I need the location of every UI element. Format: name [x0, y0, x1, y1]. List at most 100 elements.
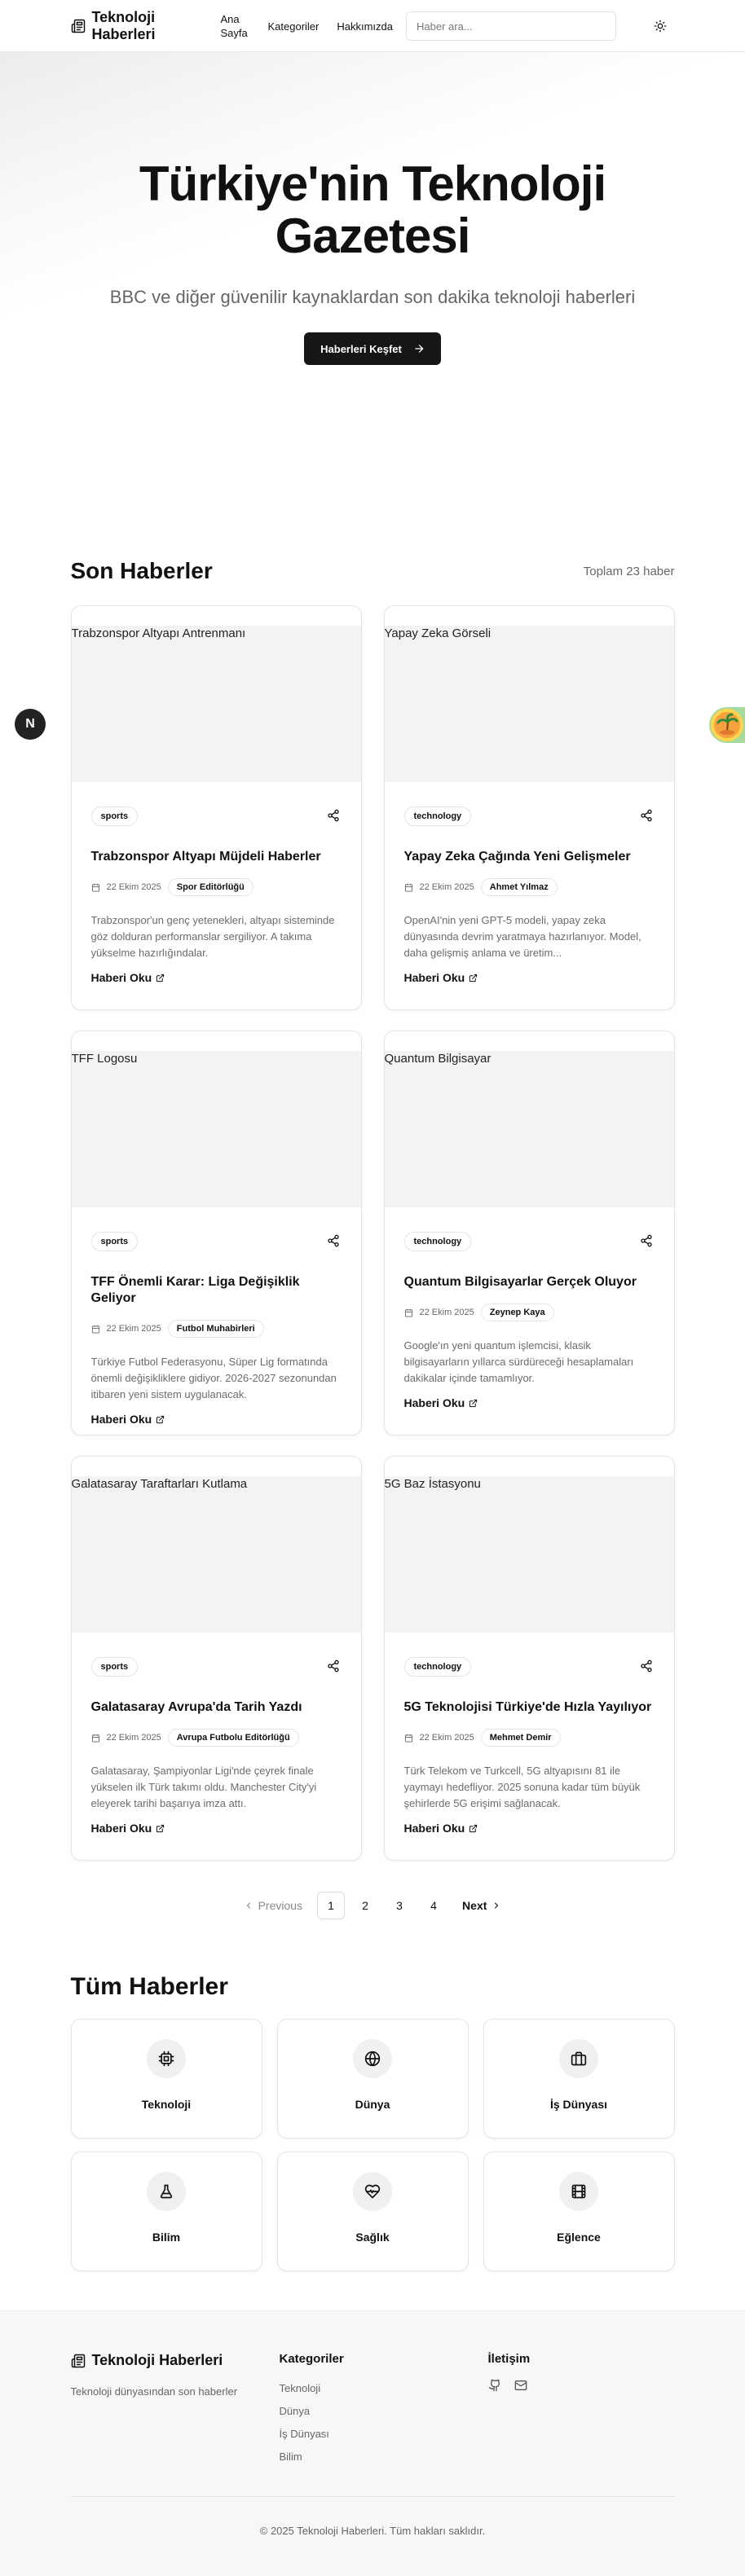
share-icon[interactable]: [640, 809, 655, 824]
previous-page-button[interactable]: Previous: [236, 1892, 311, 1919]
search-input[interactable]: [406, 11, 617, 41]
news-date: 22 Ekim 2025: [106, 1733, 161, 1743]
github-icon[interactable]: [488, 2379, 501, 2392]
news-card-description: Türk Telekom ve Turkcell, 5G altyapısını…: [403, 1765, 641, 1809]
nav-home-link[interactable]: Ana Sayfa: [221, 12, 250, 40]
news-date: 22 Ekim 2025: [419, 1733, 474, 1743]
nav-categories-link[interactable]: Kategoriler: [268, 20, 320, 33]
hero-section: Türkiye'nin Teknoloji Gazetesi BBC ve di…: [0, 52, 745, 488]
read-news-label: Haberi Oku: [403, 971, 465, 984]
floating-extension-button[interactable]: [709, 707, 745, 743]
page-2-button[interactable]: 2: [351, 1892, 379, 1919]
share-icon[interactable]: [327, 809, 342, 824]
news-card[interactable]: Quantum Bilgisayar technology Quantum Bi…: [383, 1031, 675, 1435]
share-icon[interactable]: [640, 1659, 655, 1674]
calendar-icon: [91, 1734, 100, 1743]
news-card[interactable]: Galatasaray Taraftarları Kutlama sports …: [70, 1456, 362, 1861]
external-link-icon: [156, 1415, 165, 1424]
pagination: Previous 1 2 3 4 Next: [71, 1892, 675, 1919]
next-page-button[interactable]: Next: [454, 1892, 509, 1919]
news-card-title[interactable]: Yapay Zeka Çağında Yeni Gelişmeler: [404, 849, 655, 865]
film-icon: [559, 2172, 598, 2211]
external-link-icon: [469, 1824, 478, 1833]
news-card[interactable]: 5G Baz İstasyonu technology 5G Teknoloji…: [383, 1456, 675, 1861]
read-news-link[interactable]: Haberi Oku: [91, 971, 342, 984]
footer-link-science[interactable]: Bilim: [280, 2446, 488, 2468]
nav-about-link[interactable]: Hakkımızda: [337, 20, 393, 33]
brand-logo-link[interactable]: Teknoloji Haberleri: [71, 9, 218, 43]
footer-link-business[interactable]: İş Dünyası: [280, 2423, 488, 2446]
author-badge: Avrupa Futbolu Editörlüğü: [167, 1729, 299, 1747]
calendar-icon: [404, 1734, 413, 1743]
next-label: Next: [462, 1899, 487, 1912]
newspaper-icon: [71, 19, 86, 33]
site-header: Teknoloji Haberleri Ana Sayfa Kategorile…: [0, 0, 745, 52]
copyright-text: © 2025 Teknoloji Haberleri. Tüm hakları …: [259, 2525, 486, 2537]
site-footer: Teknoloji Haberleri Teknoloji dünyasında…: [0, 2310, 745, 2576]
news-card[interactable]: TFF Logosu sports TFF Önemli Karar: Liga…: [70, 1031, 362, 1435]
author-badge: Spor Editörlüğü: [167, 878, 253, 896]
category-label: Teknoloji: [141, 2098, 192, 2111]
page-3-button[interactable]: 3: [386, 1892, 413, 1919]
hero-subtitle: BBC ve diğer güvenilir kaynaklardan son …: [109, 287, 636, 307]
news-card-description: Google'ın yeni quantum işlemcisi, klasik…: [403, 1339, 634, 1384]
main-nav: Ana Sayfa Kategoriler Hakkımızda: [221, 12, 394, 40]
read-news-label: Haberi Oku: [90, 971, 152, 984]
news-card-description: Galatasaray, Şampiyonlar Ligi'nde çeyrek…: [90, 1765, 317, 1809]
previous-label: Previous: [258, 1899, 303, 1912]
news-card-description: OpenAI'nin yeni GPT-5 modeli, yapay zeka…: [403, 914, 641, 959]
floating-dev-badge[interactable]: N: [15, 709, 46, 740]
news-card-title[interactable]: Galatasaray Avrupa'da Tarih Yazdı: [91, 1699, 342, 1716]
page-1-button[interactable]: 1: [317, 1892, 346, 1919]
footer-link-technology[interactable]: Teknoloji: [280, 2377, 488, 2400]
read-news-link[interactable]: Haberi Oku: [91, 1822, 342, 1835]
news-card-image: 5G Baz İstasyonu: [384, 1476, 674, 1633]
category-label: İş Dünyası: [549, 2098, 608, 2111]
share-icon[interactable]: [640, 1234, 655, 1249]
category-badge: sports: [90, 1232, 139, 1251]
mail-icon[interactable]: [514, 2379, 527, 2392]
chevron-left-icon: [244, 1901, 253, 1910]
category-card-entertainment[interactable]: Eğlence: [483, 2152, 675, 2271]
news-date: 22 Ekim 2025: [419, 882, 474, 892]
sun-icon: [654, 20, 667, 33]
globe-icon: [353, 2039, 392, 2078]
footer-tagline: Teknoloji dünyasından son haberler: [70, 2385, 238, 2398]
news-card[interactable]: Trabzonspor Altyapı Antrenmanı sports Tr…: [70, 605, 362, 1010]
explore-news-label: Haberleri Keşfet: [320, 342, 402, 355]
footer-link-world[interactable]: Dünya: [280, 2400, 488, 2423]
news-card-title[interactable]: TFF Önemli Karar: Liga Değişiklik Geliyo…: [91, 1274, 342, 1307]
category-badge: technology: [403, 1657, 472, 1677]
category-badge: technology: [403, 807, 472, 826]
calendar-icon: [404, 883, 413, 892]
news-card-title[interactable]: 5G Teknolojisi Türkiye'de Hızla Yayılıyo…: [404, 1699, 655, 1716]
category-label: Dünya: [355, 2098, 390, 2111]
category-card-technology[interactable]: Teknoloji: [70, 2019, 262, 2139]
news-card[interactable]: Yapay Zeka Görseli technology Yapay Zeka…: [383, 605, 675, 1010]
read-news-link[interactable]: Haberi Oku: [404, 971, 655, 984]
read-news-link[interactable]: Haberi Oku: [91, 1413, 342, 1426]
category-card-world[interactable]: Dünya: [276, 2019, 469, 2139]
external-link-icon: [469, 974, 478, 982]
read-news-label: Haberi Oku: [403, 1396, 465, 1409]
explore-news-button[interactable]: Haberleri Keşfet: [304, 332, 441, 365]
category-card-health[interactable]: Sağlık: [276, 2152, 469, 2271]
footer-brand: Teknoloji Haberleri: [91, 2352, 223, 2368]
category-card-science[interactable]: Bilim: [70, 2152, 262, 2271]
calendar-icon: [91, 1325, 100, 1334]
read-news-label: Haberi Oku: [90, 1822, 152, 1835]
category-label: Eğlence: [557, 2231, 601, 2244]
read-news-link[interactable]: Haberi Oku: [404, 1822, 655, 1835]
news-card-title[interactable]: Trabzonspor Altyapı Müjdeli Haberler: [91, 849, 342, 865]
category-label: Sağlık: [355, 2231, 390, 2244]
read-news-link[interactable]: Haberi Oku: [404, 1396, 655, 1409]
category-badge: technology: [403, 1232, 472, 1251]
page-4-button[interactable]: 4: [420, 1892, 447, 1919]
share-icon[interactable]: [327, 1234, 342, 1249]
share-icon[interactable]: [327, 1659, 342, 1674]
theme-toggle-button[interactable]: [646, 11, 675, 41]
category-card-business[interactable]: İş Dünyası: [483, 2019, 675, 2139]
news-card-title[interactable]: Quantum Bilgisayarlar Gerçek Oluyor: [404, 1274, 655, 1290]
category-badge: sports: [90, 807, 139, 826]
briefcase-icon: [559, 2039, 598, 2078]
